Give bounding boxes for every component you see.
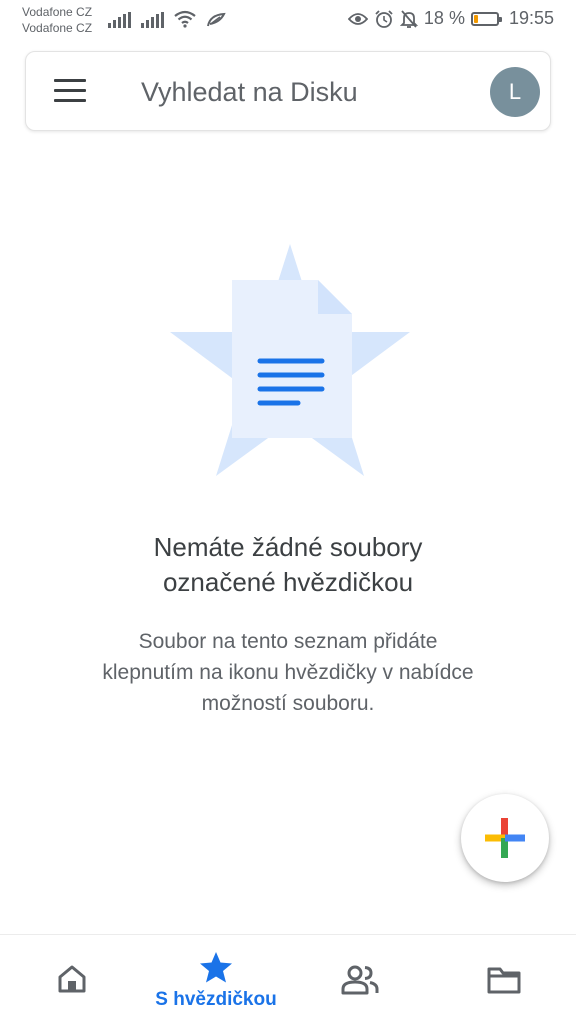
nav-item-label: S hvězdičkou [155,989,277,1010]
signal-icon [108,12,131,28]
nav-item-shared[interactable] [288,935,432,1025]
clock: 19:55 [508,8,554,28]
add-icon [485,818,525,858]
signal-group [108,10,226,28]
battery-percent: 18 % [423,8,465,28]
avatar[interactable]: L [490,67,540,117]
document-fold [318,280,352,314]
empty-state-description-line: možností souboru. [201,692,375,715]
wifi-icon [174,10,196,28]
empty-state-description-line: klepnutím na ikonu hvězdičky v nabídce [102,661,474,684]
starred-empty-illustration [170,244,410,476]
empty-state-title-line: Nemáte žádné soubory [153,532,423,562]
search-bar[interactable]: Vyhledat na Disku L [25,51,551,131]
status-bar: Vodafone CZ Vodafone CZ 18 % 19:55 [0,0,576,42]
empty-state-title-line: označené hvězdičkou [162,567,414,597]
new-file-fab-button[interactable] [461,794,549,882]
status-right: 18 % 19:55 [347,8,554,29]
carrier-2: Vodafone CZ [22,21,93,35]
home-icon [58,965,86,993]
empty-state-title: Nemáte žádné soubory označené hvězdičkou [40,530,536,600]
empty-state-description: Soubor na tento seznam přidáte klepnutím… [60,626,516,719]
search-input[interactable]: Vyhledat na Disku [141,74,358,110]
carrier-1: Vodafone CZ [22,5,93,19]
notifications-off-icon [399,9,418,28]
eye-icon [347,12,368,25]
nav-item-files[interactable] [432,935,576,1025]
signal-icon [141,12,164,28]
carrier-names: Vodafone CZ Vodafone CZ [22,4,92,36]
nav-item-home[interactable] [0,935,144,1025]
shared-people-icon [341,965,379,995]
empty-state-description-line: Soubor na tento seznam přidáte [138,630,438,653]
nav-item-starred[interactable]: S hvězdičkou [144,935,288,1025]
alarm-icon [375,9,393,28]
star-icon [200,952,232,983]
battery-fill [473,14,479,23]
data-saver-icon [207,12,226,27]
battery-icon [470,11,502,26]
bottom-navigation: S hvězdičkou [0,934,576,1025]
hamburger-menu-icon[interactable] [54,79,86,103]
folder-icon [487,967,521,994]
